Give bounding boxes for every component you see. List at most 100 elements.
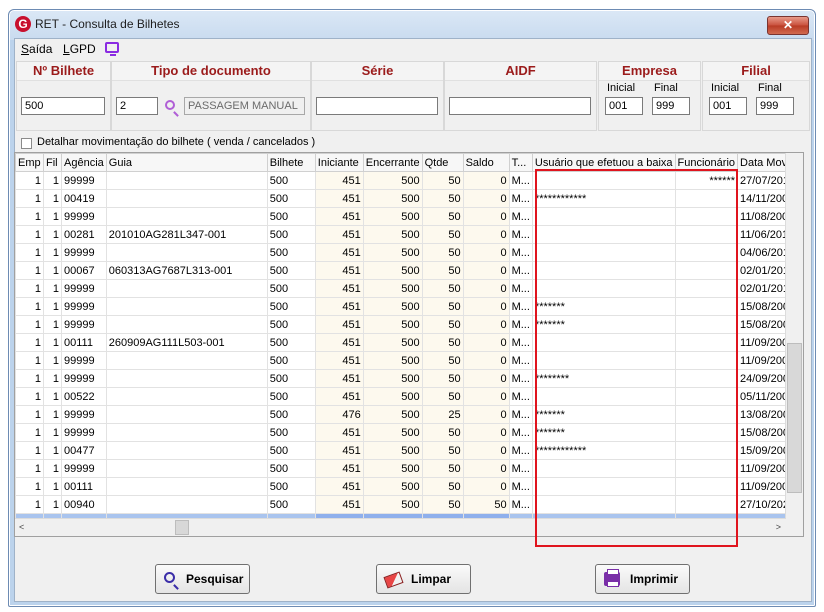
tipo-documento-code-input[interactable]: 2 [116,97,158,115]
table-cell: 451 [314,495,364,514]
horizontal-scrollbar[interactable]: < > [15,518,786,536]
app-logo-icon: G [15,16,31,32]
table-row[interactable]: 1 1 99999 500 451 500 50 0 M... ******* 15/08/2008 [15,315,803,334]
results-grid[interactable]: Emp Fil Agência Guia Bilhete Iniciante Encerra… [14,152,804,537]
table-row[interactable]: 1 1 00419 500 451 500 50 0 M... ************ 14/11… [15,189,803,208]
scroll-right-arrow[interactable]: > [776,522,781,532]
column-header[interactable]: Encerrante [362,153,423,172]
table-cell: 0 [462,333,510,352]
table-cell [674,261,739,280]
table-cell: 0 [462,459,510,478]
table-cell: ******** [531,369,676,388]
monitor-icon[interactable] [105,42,119,56]
menu-lgpd[interactable]: LGPD [63,42,96,56]
table-cell [674,351,739,370]
table-cell [674,207,739,226]
vertical-scroll-thumb[interactable] [787,343,802,493]
table-cell [531,279,676,298]
table-row[interactable]: 1 1 99999 500 451 500 50 0 M... 04/06/2010 [15,243,803,262]
column-header[interactable]: Qtde [421,153,464,172]
table-cell [531,225,676,244]
table-row[interactable]: 1 1 99999 500 476 500 25 0 M... ******* 13/08/2008 [15,405,803,424]
table-row[interactable]: 1 1 99999 500 451 500 50 0 M... 02/01/2013 [15,279,803,298]
table-cell: 500 [362,171,423,190]
table-cell: 00111 [61,477,107,496]
table-row[interactable]: 1 1 00111 500 451 500 50 0 M... 11/09/2009 [15,477,803,496]
table-row[interactable]: 1 1 00940 500 451 500 50 50 M... 27/10/2022 [15,495,803,514]
table-row[interactable]: 1 1 00281 201010AG281L347-001 500 451 500 50 0 M.… [15,225,803,244]
table-cell: 500 [362,279,423,298]
column-header[interactable]: Bilhete [266,153,316,172]
serie-input[interactable] [316,97,438,115]
table-cell [105,189,268,208]
table-header-row: Emp Fil Agência Guia Bilhete Iniciante Encerra… [15,153,803,172]
table-cell: M... [508,243,533,262]
detalhar-checkbox[interactable] [21,138,32,149]
menu-saida[interactable]: Saída [21,42,52,56]
column-header[interactable]: Funcionário [674,153,739,172]
table-cell: 1 [15,333,44,352]
scroll-left-arrow[interactable]: < [19,522,24,532]
aidf-input[interactable] [449,97,591,115]
column-header[interactable]: Iniciante [314,153,364,172]
table-cell: 1 [43,459,62,478]
main-window: G RET - Consulta de Bilhetes ✕ Saída LGP… [8,9,816,607]
table-cell [105,477,268,496]
table-cell: 1 [15,423,44,442]
table-row[interactable]: 1 1 99999 500 451 500 50 0 M... ******** 24/09/200… [15,369,803,388]
column-header[interactable]: Saldo [462,153,510,172]
column-header[interactable]: Emp [15,153,44,172]
empresa-final-input[interactable]: 999 [652,97,690,115]
table-row[interactable]: 1 1 00111 260909AG111L503-001 500 451 500 50 0 M.… [15,333,803,352]
table-cell: 451 [314,207,364,226]
column-header[interactable]: Guia [105,153,268,172]
table-row[interactable]: 1 1 00477 500 451 500 50 0 M... ************ 15/09… [15,441,803,460]
empresa-inicial-input[interactable]: 001 [605,97,643,115]
close-button[interactable]: ✕ [767,16,809,35]
filial-final-input[interactable]: 999 [756,97,794,115]
table-row[interactable]: 1 1 99999 500 451 500 50 0 M... 11/09/2009 [15,351,803,370]
table-cell: 00522 [61,387,107,406]
table-cell: M... [508,189,533,208]
table-cell: 451 [314,315,364,334]
column-header[interactable]: Agência [61,153,107,172]
column-header[interactable]: Fil [43,153,62,172]
table-cell: 50 [421,243,464,262]
pesquisar-button[interactable]: Pesquisar [155,564,250,594]
filter-serie-header: Série [312,62,443,81]
table-cell: 50 [421,387,464,406]
window-title: RET - Consulta de Bilhetes [35,17,180,31]
table-cell: 500 [362,405,423,424]
table-cell: 0 [462,171,510,190]
table-cell [531,207,676,226]
table-row[interactable]: 1 1 00067 060313AG7687L313-001 500 451 500 50 0 M… [15,261,803,280]
table-cell: 1 [43,315,62,334]
table-cell: 50 [421,495,464,514]
table-row[interactable]: 1 1 99999 500 451 500 50 0 M... ******* 15/08/2008 [15,297,803,316]
empresa-final-label: Final [654,82,678,94]
limpar-button[interactable]: Limpar [376,564,471,594]
table-row[interactable]: 1 1 99999 500 451 500 50 0 M... 11/09/2009 [15,459,803,478]
table-row[interactable]: 1 1 99999 500 451 500 50 0 M... ******* 15/08/2008 [15,423,803,442]
table-row[interactable]: 1 1 99999 500 451 500 50 0 M... 11/08/2008 [15,207,803,226]
filial-inicial-input[interactable]: 001 [709,97,747,115]
title-bar[interactable]: G RET - Consulta de Bilhetes ✕ [9,10,815,38]
vertical-scrollbar[interactable] [785,153,803,519]
table-row[interactable]: 1 1 99999 500 451 500 50 0 M... ****** 27/07/2010 [15,171,803,190]
table-cell: M... [508,333,533,352]
table-cell: M... [508,171,533,190]
table-cell: 0 [462,243,510,262]
search-icon[interactable] [165,100,175,110]
bilhete-input[interactable]: 500 [21,97,105,115]
table-cell [531,333,676,352]
horizontal-scroll-thumb[interactable] [175,520,189,535]
table-cell: 1 [15,369,44,388]
column-header[interactable]: T... [508,153,533,172]
table-row[interactable]: 1 1 00522 500 451 500 50 0 M... 05/11/2008 [15,387,803,406]
table-cell: 00419 [61,189,107,208]
imprimir-button[interactable]: Imprimir [595,564,690,594]
column-header[interactable]: Usuário que efetuou a baixa [531,153,676,172]
table-cell: 1 [15,405,44,424]
table-cell: 1 [43,369,62,388]
table-cell: 1 [43,477,62,496]
